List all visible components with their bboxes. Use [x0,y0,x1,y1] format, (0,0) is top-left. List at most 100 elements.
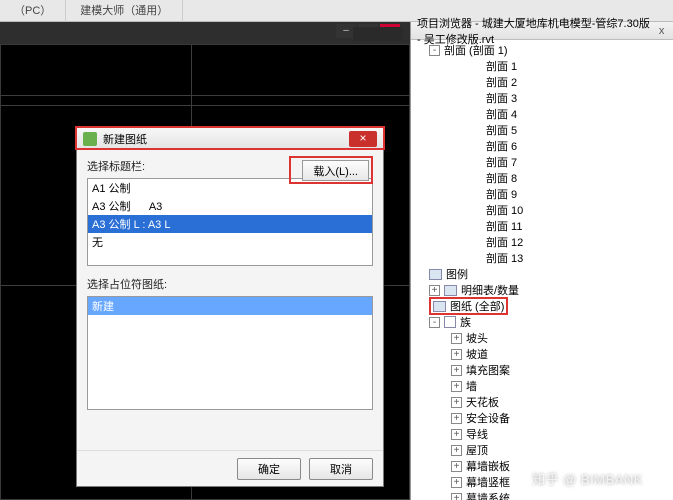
tree-label: 剖面 6 [486,138,517,154]
spacer: . [471,141,482,152]
tree-node-family[interactable]: + 填充图案 [411,362,673,378]
tree-label: 图纸 (全部) [450,298,504,314]
project-browser-title[interactable]: 项目浏览器 - 城建大厦地库机电模型-管综7.30版 - 吴工修改版.rvt x [411,22,673,40]
tree-label: 族 [460,314,471,330]
list-item-selected[interactable]: 新建 [88,297,372,315]
tree-node-schedules[interactable]: + 明细表/数量 [411,282,673,298]
tree-node-section[interactable]: . 剖面 13 [411,250,673,266]
tree-node-family[interactable]: + 天花板 [411,394,673,410]
tab-pc[interactable]: （PC） [0,0,66,22]
expand-icon[interactable]: + [451,429,462,440]
tree-label: 幕墙嵌板 [466,458,510,474]
tree-node-family[interactable]: + 坡道 [411,346,673,362]
tree-label: 剖面 7 [486,154,517,170]
tree-node-section[interactable]: . 剖面 10 [411,202,673,218]
folder-icon [444,285,457,296]
ok-button[interactable]: 确定 [237,458,301,480]
spacer: . [471,157,482,168]
tree-node-section[interactable]: .剖面 12 [411,234,673,250]
tree-label: 剖面 3 [486,90,517,106]
tree-node-family[interactable]: +幕墙系统 [411,490,673,500]
tree-node-family[interactable]: + 安全设备 [411,410,673,426]
tree-node-family[interactable]: + 坡头 [411,330,673,346]
project-browser-tree[interactable]: - 剖面 (剖面 1) .剖面 1.剖面 2.剖面 3.剖面 4.剖面 5.剖面… [411,40,673,500]
tree-node-section[interactable]: . 剖面 11 [411,218,673,234]
tree-label: 墙 [466,378,477,394]
dialog-close-button[interactable]: × [349,131,377,147]
tree-label: 幕墙竖框 [466,474,510,490]
expand-icon[interactable]: + [451,381,462,392]
folder-icon [429,269,442,280]
label-select-placeholder: 选择占位符图纸: [87,276,373,292]
spacer: . [471,253,482,264]
tree-label: 剖面 8 [486,170,517,186]
tree-label: 剖面 10 [486,202,523,218]
tree-node-section[interactable]: . 剖面 4 [411,106,673,122]
tree-node-family[interactable]: + 幕墙竖框 [411,474,673,490]
spacer: . [471,109,482,120]
tab-master[interactable]: 建模大师（通用） [66,0,183,22]
tree-node-family[interactable]: + 幕墙嵌板 [411,458,673,474]
tree-label: 填充图案 [466,362,510,378]
tree-node-section[interactable]: . 剖面 3 [411,90,673,106]
list-item[interactable]: A1 公制 [88,179,372,197]
expand-icon[interactable]: + [451,493,462,500]
tree-label: 安全设备 [466,410,510,426]
tree-label: 天花板 [466,394,499,410]
tree-node-section[interactable]: . 剖面 8 [411,170,673,186]
expand-icon[interactable]: + [451,461,462,472]
tree-node-section[interactable]: . 剖面 6 [411,138,673,154]
tree-node-section[interactable]: .剖面 5 [411,122,673,138]
spacer: . [471,221,482,232]
tree-node-family[interactable]: + 导线 [411,426,673,442]
expand-icon[interactable]: + [451,397,462,408]
spacer: . [471,93,482,104]
tree-node-sheets[interactable]: 图纸 (全部) [411,298,673,314]
spacer: . [471,173,482,184]
tree-node-section[interactable]: .剖面 9 [411,186,673,202]
expand-icon[interactable]: + [451,349,462,360]
collapse-icon[interactable]: - [429,317,440,328]
tree-node-family[interactable]: +屋顶 [411,442,673,458]
tree-node-families-root[interactable]: - 族 [411,314,673,330]
expand-icon[interactable]: + [451,413,462,424]
list-item[interactable]: 无 [88,233,372,251]
expand-icon[interactable]: + [429,285,440,296]
tree-node-section[interactable]: . 剖面 7 [411,154,673,170]
tree-node-section[interactable]: .剖面 1 [411,58,673,74]
expand-icon[interactable]: + [451,333,462,344]
spacer: . [471,125,482,136]
spacer: . [471,237,482,248]
expand-icon[interactable]: + [451,477,462,488]
title-block-listbox[interactable]: A1 公制 A3 公制 A3 A3 公制 L : A3 L 无 [87,178,373,266]
dialog-footer: 确定 取消 [77,450,383,486]
project-browser-panel: 项目浏览器 - 城建大厦地库机电模型-管综7.30版 - 吴工修改版.rvt x… [410,22,673,500]
tree-label: 剖面 (剖面 1) [444,42,508,58]
dialog-titlebar[interactable]: 新建图纸 × [77,128,383,150]
spacer: . [471,61,482,72]
tree-node-section[interactable]: .剖面 2 [411,74,673,90]
cancel-button[interactable]: 取消 [309,458,373,480]
spacer: . [471,77,482,88]
dialog-app-icon [83,132,97,146]
tree-label: 导线 [466,426,488,442]
tree-node-family[interactable]: +墙 [411,378,673,394]
tree-label: 剖面 4 [486,106,517,122]
tree-label: 坡头 [466,330,488,346]
expand-icon[interactable]: + [451,365,462,376]
list-item[interactable]: A3 公制 A3 [88,197,372,215]
expand-icon[interactable]: + [451,445,462,456]
tree-label: 坡道 [466,346,488,362]
tree-label: 剖面 13 [486,250,523,266]
annotation-highlight-sheets: 图纸 (全部) [429,297,508,315]
tree-node-legends[interactable]: 图例 [411,266,673,282]
placeholder-listbox[interactable]: 新建 [87,296,373,410]
list-item-selected[interactable]: A3 公制 L : A3 L [88,215,372,233]
load-button[interactable]: 载入(L)... [302,160,369,181]
spacer: . [471,205,482,216]
tree-label: 剖面 11 [486,218,522,234]
drawing-viewport[interactable]: – □ x 新建图纸 × 选择标题栏: 载入(L)... A1 公制 [0,22,410,500]
collapse-icon[interactable]: - [429,45,440,56]
project-browser-close-button[interactable]: x [656,25,667,37]
tree-node-sections-root[interactable]: - 剖面 (剖面 1) [411,42,673,58]
